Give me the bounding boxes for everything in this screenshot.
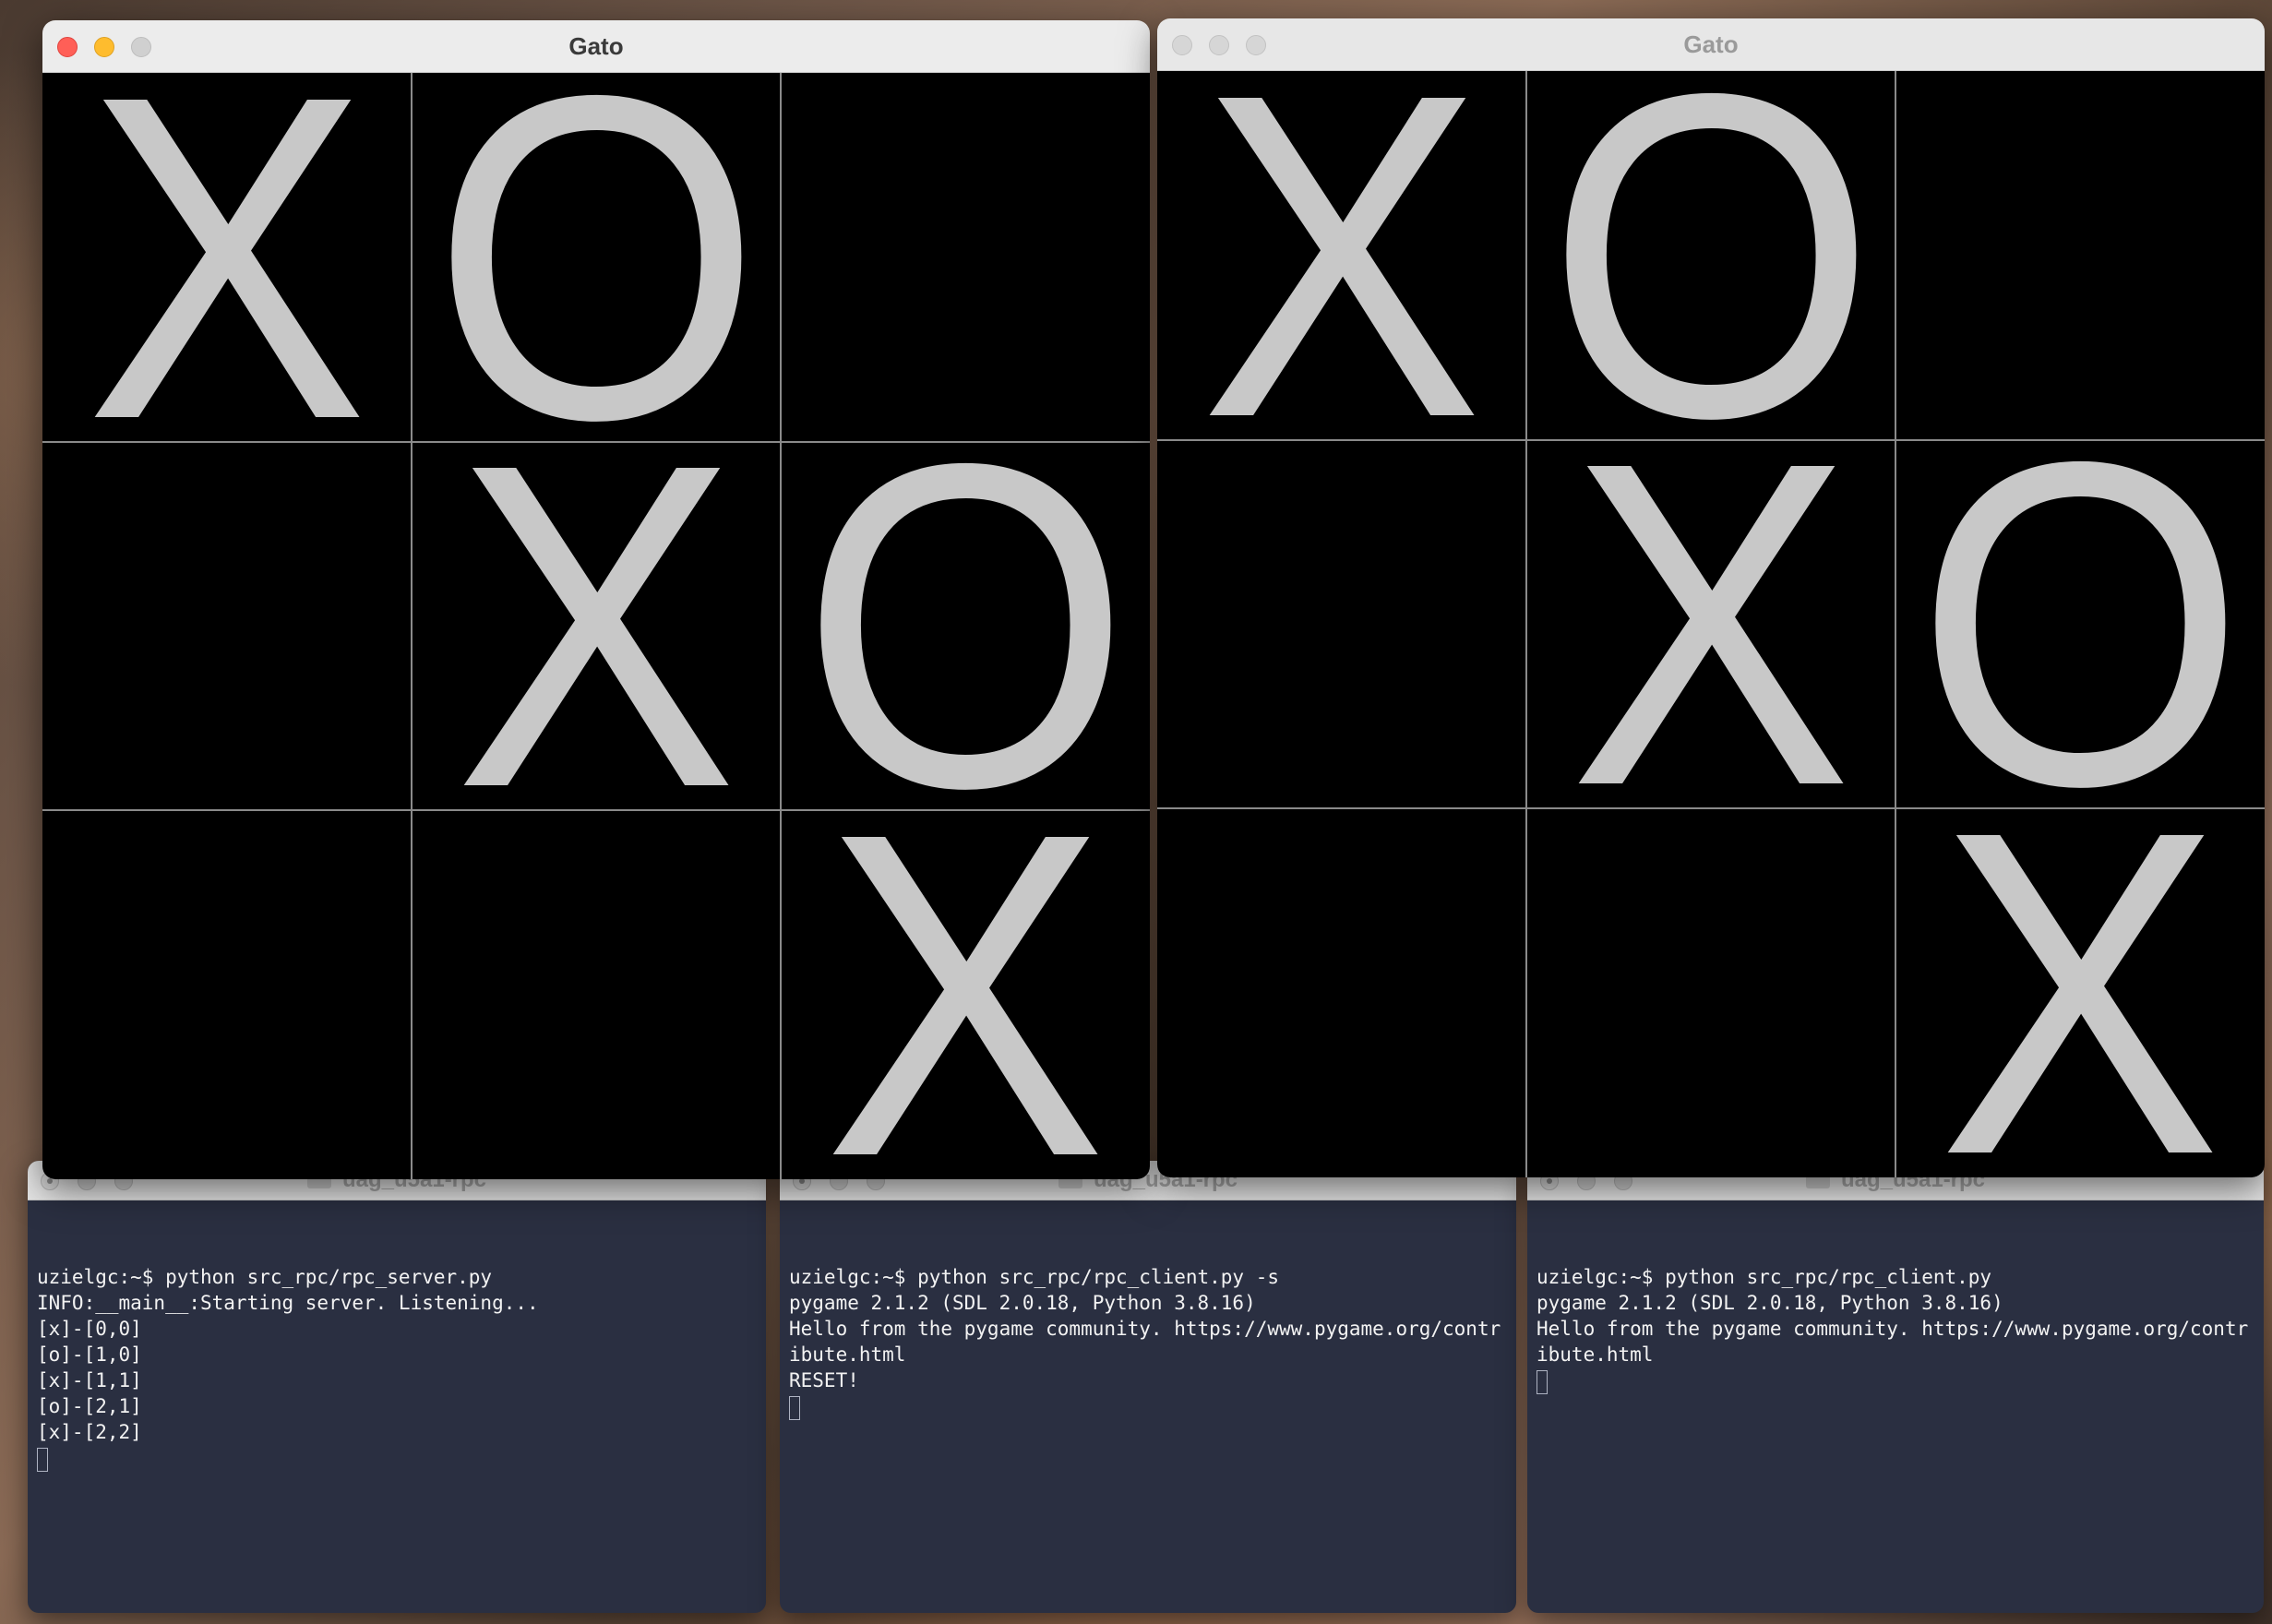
board-mark: X [823, 810, 1107, 1179]
grid-line-vertical [1525, 71, 1527, 1177]
terminal-output[interactable]: uzielgc:~$ python src_rpc/rpc_server.py I… [28, 1200, 766, 1613]
terminal-cursor [789, 1396, 800, 1420]
board-cell-0-0[interactable]: X [1157, 71, 1526, 440]
grid-line-vertical [1895, 71, 1896, 1177]
window-title: Gato [1683, 30, 1739, 58]
grid-line-horizontal [42, 809, 1150, 812]
terminal-line: [o]-[1,0] [37, 1343, 142, 1366]
terminal-line: pygame 2.1.2 (SDL 2.0.18, Python 3.8.16) [1537, 1292, 2003, 1314]
board-mark: O [1546, 71, 1876, 440]
tic-tac-toe-board[interactable]: XOXOX [1157, 71, 2265, 1177]
window-title: Gato [568, 32, 624, 60]
board-cell-2-2[interactable]: X [1895, 808, 2265, 1177]
game-window-inactive[interactable]: Gato XOXOX [1157, 18, 2265, 1177]
grid-line-horizontal [42, 440, 1150, 443]
terminal-line: uzielgc:~$ python src_rpc/rpc_client.py … [789, 1266, 1280, 1288]
board-cell-0-2[interactable] [781, 73, 1150, 442]
terminal-line: INFO:__main__:Starting server. Listening… [37, 1292, 539, 1314]
board-cell-1-2[interactable]: O [781, 442, 1150, 811]
terminal-window-client[interactable]: uag_u5a1-rpc uzielgc:~$ python src_rpc/r… [1527, 1161, 2264, 1613]
grid-line-horizontal [1157, 807, 2265, 810]
terminal-output[interactable]: uzielgc:~$ python src_rpc/rpc_client.pyp… [1527, 1200, 2264, 1613]
tic-tac-toe-board[interactable]: XOXOX [42, 73, 1150, 1179]
board-cell-2-1[interactable] [412, 810, 781, 1179]
terminal-line: [x]-[0,0] [37, 1318, 142, 1340]
board-mark: X [85, 73, 369, 442]
board-mark: X [454, 441, 738, 811]
board-cell-1-0[interactable] [42, 442, 412, 811]
board-cell-2-1[interactable] [1526, 808, 1895, 1177]
terminal-window-server[interactable]: uag_u5a1-rpc uzielgc:~$ python src_rpc/r… [28, 1161, 766, 1613]
game-titlebar[interactable]: Gato [1157, 18, 2265, 71]
terminal-line: pygame 2.1.2 (SDL 2.0.18, Python 3.8.16) [789, 1292, 1256, 1314]
board-cell-0-2[interactable] [1895, 71, 2265, 440]
terminal-line: [x]-[1,1] [37, 1369, 142, 1391]
terminal-line: RESET! [789, 1369, 859, 1391]
board-cell-2-2[interactable]: X [781, 810, 1150, 1179]
board-mark: O [431, 73, 761, 442]
board-cell-0-1[interactable]: O [1526, 71, 1895, 440]
board-cell-0-1[interactable]: O [412, 73, 781, 442]
board-cell-1-1[interactable]: X [412, 442, 781, 811]
terminal-line: [x]-[2,2] [37, 1421, 142, 1443]
terminal-line: Hello from the pygame community. https:/… [789, 1318, 1501, 1366]
terminal-line: uzielgc:~$ python src_rpc/rpc_client.py [1537, 1266, 1992, 1288]
board-cell-1-0[interactable] [1157, 440, 1526, 809]
board-cell-0-0[interactable]: X [42, 73, 412, 442]
board-cell-1-1[interactable]: X [1526, 440, 1895, 809]
board-mark: X [1938, 808, 2222, 1177]
terminal-cursor [37, 1448, 48, 1472]
game-titlebar[interactable]: Gato [42, 20, 1150, 73]
terminal-line: uzielgc:~$ python src_rpc/rpc_server.py [37, 1266, 493, 1288]
terminal-line: Hello from the pygame community. https:/… [1537, 1318, 2249, 1366]
game-window-active[interactable]: Gato XOXOX [42, 20, 1150, 1179]
grid-line-vertical [780, 73, 782, 1179]
board-cell-2-0[interactable] [42, 810, 412, 1179]
terminal-cursor [1537, 1370, 1548, 1394]
board-cell-2-0[interactable] [1157, 808, 1526, 1177]
grid-line-vertical [411, 73, 413, 1179]
board-mark: O [800, 441, 1130, 811]
board-mark: O [1915, 439, 2245, 809]
terminal-output[interactable]: uzielgc:~$ python src_rpc/rpc_client.py … [780, 1200, 1516, 1613]
terminal-window-client-s[interactable]: uag_u5a1-rpc uzielgc:~$ python src_rpc/r… [780, 1161, 1516, 1613]
grid-line-horizontal [1157, 438, 2265, 441]
board-cell-1-2[interactable]: O [1895, 440, 2265, 809]
board-mark: X [1569, 439, 1853, 809]
board-mark: X [1200, 71, 1484, 440]
terminal-line: [o]-[2,1] [37, 1395, 142, 1417]
